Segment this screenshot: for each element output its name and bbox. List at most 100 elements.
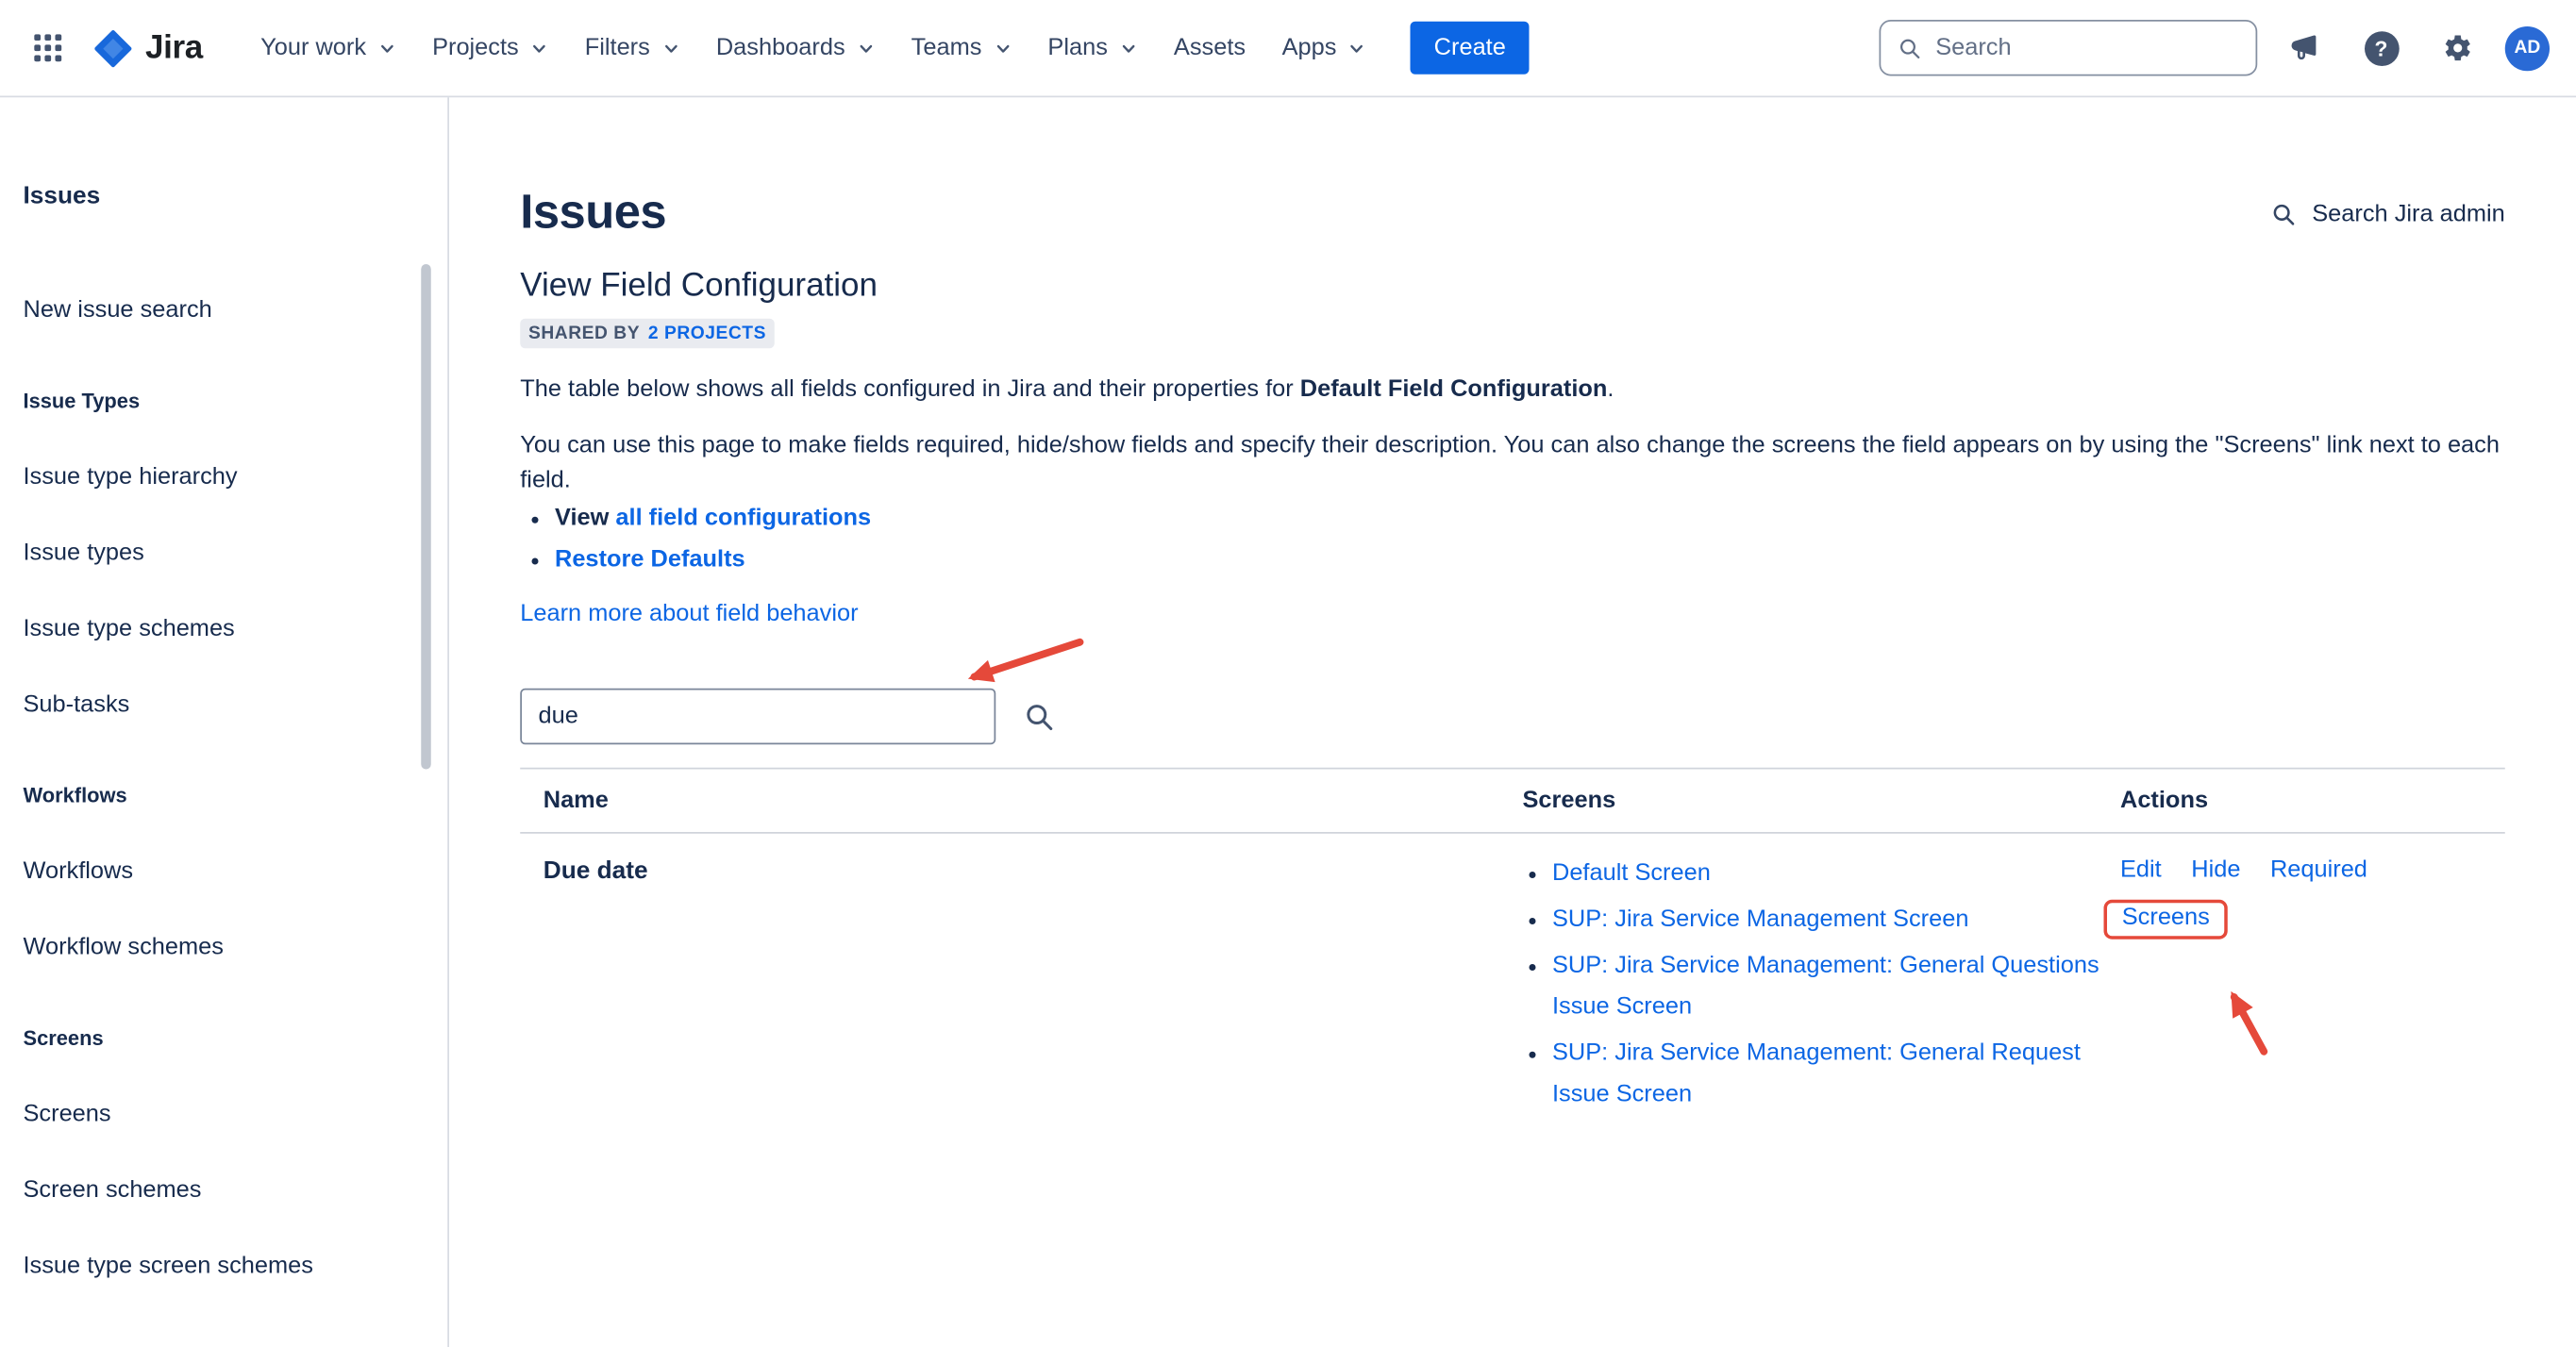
app-switcher-button[interactable]: [20, 20, 76, 76]
jira-admin-page: Jira Your work Projects Filters Dashboar…: [0, 0, 2576, 1347]
nav-label: Apps: [1282, 35, 1337, 61]
table-row: Due date Default Screen SUP: Jira Servic…: [520, 834, 2505, 1148]
screen-link-default-screen[interactable]: Default Screen: [1552, 860, 1711, 887]
chevron-down-icon: [661, 39, 679, 57]
search-jira-admin-link[interactable]: Search Jira admin: [2270, 201, 2504, 227]
admin-sidebar: Issues New issue search Issue Types Issu…: [0, 97, 449, 1347]
shared-by-label: SHARED BY: [528, 324, 640, 343]
help-icon: ?: [2364, 30, 2399, 65]
chevron-down-icon: [1119, 39, 1137, 57]
screen-list-item: SUP: Jira Service Management: General Re…: [1552, 1034, 2120, 1117]
nav-label: Plans: [1047, 35, 1107, 61]
nav-assets[interactable]: Assets: [1156, 20, 1264, 76]
column-header-screens: Screens: [1523, 788, 2121, 814]
screen-list-item: Default Screen: [1552, 854, 2120, 895]
chevron-down-icon: [377, 39, 395, 57]
settings-button[interactable]: [2429, 20, 2485, 76]
column-header-name: Name: [520, 788, 1522, 814]
section-title: View Field Configuration: [520, 268, 2505, 306]
screens-action-highlight-box: Screens: [2104, 900, 2229, 940]
gear-icon: [2440, 30, 2475, 65]
screen-list-item: SUP: Jira Service Management: General Qu…: [1552, 946, 2120, 1029]
help-button[interactable]: ?: [2353, 20, 2410, 76]
sidebar-item-screens[interactable]: Screens: [24, 1076, 411, 1153]
options-list: View all field configurations Restore De…: [520, 499, 2505, 582]
list-item-view: View all field configurations: [555, 499, 2505, 540]
sidebar-item-new-issue-search[interactable]: New issue search: [24, 273, 411, 349]
global-search-input[interactable]: [1935, 35, 2239, 61]
sidebar-item-sub-tasks[interactable]: Sub-tasks: [24, 667, 411, 743]
hide-action-link[interactable]: Hide: [2191, 854, 2240, 889]
nav-label: Assets: [1174, 35, 1246, 61]
jira-logo[interactable]: Jira: [92, 27, 203, 69]
actions-cell: Edit Hide Required Screens: [2120, 854, 2505, 1122]
topnav-right-cluster: ? AD: [1880, 20, 2551, 76]
user-avatar[interactable]: AD: [2505, 25, 2550, 70]
screen-link-sup-jsm-general-request[interactable]: SUP: Jira Service Management: General Re…: [1552, 1040, 2081, 1108]
nav-label: Projects: [432, 35, 519, 61]
screen-link-sup-jsm-general-questions[interactable]: SUP: Jira Service Management: General Qu…: [1552, 953, 2099, 1021]
sidebar-item-issue-type-hierarchy[interactable]: Issue type hierarchy: [24, 440, 411, 516]
screens-action-link[interactable]: Screens: [2122, 905, 2210, 931]
nav-label: Your work: [260, 35, 366, 61]
screen-link-sup-jsm-screen[interactable]: SUP: Jira Service Management Screen: [1552, 906, 1968, 933]
nav-dashboards[interactable]: Dashboards: [698, 20, 894, 76]
chevron-down-icon: [994, 39, 1012, 57]
page-title: Issues: [520, 187, 666, 241]
field-filter-search-button[interactable]: [1024, 701, 1055, 732]
shared-by-badge: SHARED BY 2 PROJECTS: [520, 319, 774, 349]
sidebar-item-issue-types[interactable]: Issue types: [24, 515, 411, 591]
sidebar-heading-screens: Screens: [24, 1001, 411, 1077]
table-header-row: Name Screens Actions: [520, 768, 2505, 834]
search-jira-admin-label: Search Jira admin: [2312, 201, 2505, 227]
nav-label: Filters: [585, 35, 650, 61]
search-icon: [1898, 34, 1922, 62]
sidebar-heading-workflows: Workflows: [24, 757, 411, 834]
nav-label: Dashboards: [716, 35, 845, 61]
nav-your-work[interactable]: Your work: [243, 20, 414, 76]
nav-teams[interactable]: Teams: [893, 20, 1029, 76]
megaphone-icon: [2289, 31, 2322, 64]
sidebar-item-screen-schemes[interactable]: Screen schemes: [24, 1153, 411, 1229]
nav-label: Teams: [912, 35, 982, 61]
restore-defaults-link[interactable]: Restore Defaults: [555, 546, 745, 573]
field-filter-row: [520, 689, 2505, 745]
edit-action-link[interactable]: Edit: [2120, 854, 2162, 889]
search-icon: [2270, 201, 2297, 227]
field-name: Due date: [520, 854, 1522, 1122]
global-search-box: [1880, 20, 2258, 76]
chevron-down-icon: [530, 39, 548, 57]
chevron-down-icon: [857, 39, 875, 57]
description-paragraph: You can use this page to make fields req…: [520, 429, 2505, 499]
learn-more-link[interactable]: Learn more about field behavior: [520, 601, 858, 627]
sidebar-title: Issues: [24, 174, 411, 220]
field-filter-input[interactable]: [520, 689, 995, 745]
main-content: Issues Search Jira admin View Field Conf…: [449, 97, 2576, 1347]
sidebar-scrollbar-thumb[interactable]: [421, 264, 431, 770]
shared-projects-link[interactable]: 2 PROJECTS: [648, 324, 766, 343]
sidebar-item-issue-type-screen-schemes[interactable]: Issue type screen schemes: [24, 1228, 411, 1305]
column-header-actions: Actions: [2120, 788, 2505, 814]
sidebar-item-workflow-schemes[interactable]: Workflow schemes: [24, 909, 411, 986]
required-action-link[interactable]: Required: [2270, 854, 2367, 889]
search-icon: [1024, 701, 1055, 732]
nav-filters[interactable]: Filters: [566, 20, 697, 76]
sidebar-item-workflows[interactable]: Workflows: [24, 834, 411, 910]
screens-cell: Default Screen SUP: Jira Service Managem…: [1523, 854, 2121, 1122]
feedback-button[interactable]: [2277, 20, 2333, 76]
jira-logo-icon: [92, 27, 134, 69]
sidebar-item-issue-type-schemes[interactable]: Issue type schemes: [24, 591, 411, 668]
app-switcher-icon: [30, 30, 67, 67]
primary-navigation: Your work Projects Filters Dashboards Te…: [243, 20, 1384, 76]
nav-plans[interactable]: Plans: [1029, 20, 1155, 76]
screen-list-item: SUP: Jira Service Management Screen: [1552, 900, 2120, 941]
help-glyph: ?: [2375, 36, 2388, 60]
sidebar-heading-fields: Fields: [24, 1319, 411, 1347]
create-button[interactable]: Create: [1411, 22, 1529, 75]
intro-paragraph: The table below shows all fields configu…: [520, 374, 2505, 408]
nav-projects[interactable]: Projects: [414, 20, 567, 76]
nav-apps[interactable]: Apps: [1263, 20, 1384, 76]
all-field-configurations-link[interactable]: all field configurations: [615, 506, 871, 532]
sidebar-heading-issue-types: Issue Types: [24, 363, 411, 440]
field-configuration-table: Name Screens Actions Due date Default Sc…: [520, 768, 2505, 1148]
